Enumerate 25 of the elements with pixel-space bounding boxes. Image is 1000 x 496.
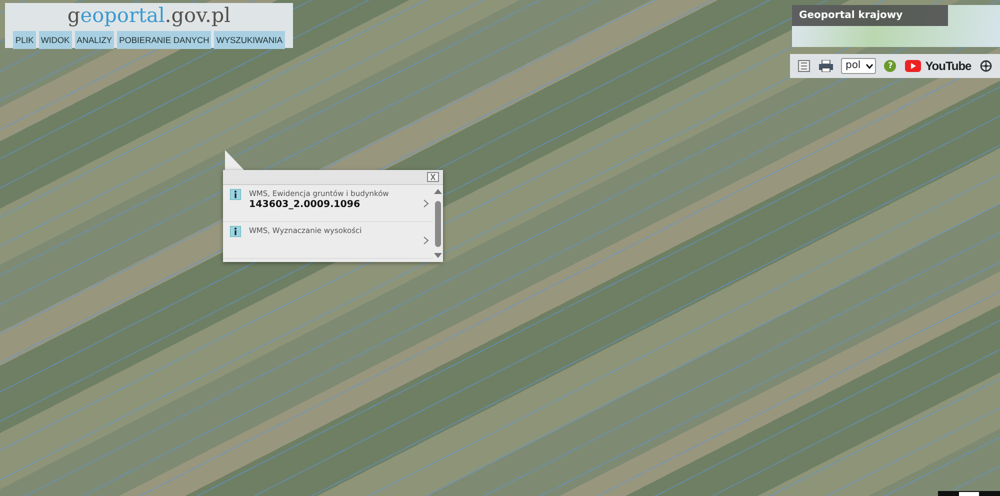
close-button[interactable]	[427, 172, 439, 182]
parcel-id: 143603_2.0009.1096	[249, 199, 362, 210]
overview-map-title: Geoportal krajowy	[792, 5, 948, 26]
info-icon	[230, 226, 241, 237]
scroll-thumb[interactable]	[435, 200, 441, 246]
wheel-icon[interactable]	[980, 60, 992, 72]
info-icon	[230, 189, 241, 200]
caret-icon	[866, 64, 873, 68]
youtube-link[interactable]: YouTube	[905, 57, 972, 75]
scroll-down-icon[interactable]	[434, 253, 442, 258]
menu-button[interactable]: WIDOK	[38, 31, 72, 49]
menu-button[interactable]: POBIERANIE DANYCH	[117, 31, 212, 49]
site-logo[interactable]: geoportal.gov.pl	[67, 3, 231, 27]
language-select[interactable]: pol	[841, 58, 876, 74]
printer-icon[interactable]	[818, 60, 833, 72]
menu-button[interactable]: PLIK	[13, 31, 36, 49]
play-icon	[905, 60, 922, 72]
scroll-up-icon[interactable]	[434, 189, 442, 194]
overview-map[interactable]: Geoportal krajowy	[792, 5, 1000, 47]
menu-button[interactable]: WYSZUKIWANIA	[214, 31, 285, 49]
chevron-right-icon	[423, 198, 429, 208]
scale-bar	[938, 491, 1000, 496]
menu-button[interactable]: ANALIZY	[74, 31, 114, 49]
legend-icon[interactable]	[798, 60, 810, 72]
chevron-right-icon	[423, 236, 429, 244]
